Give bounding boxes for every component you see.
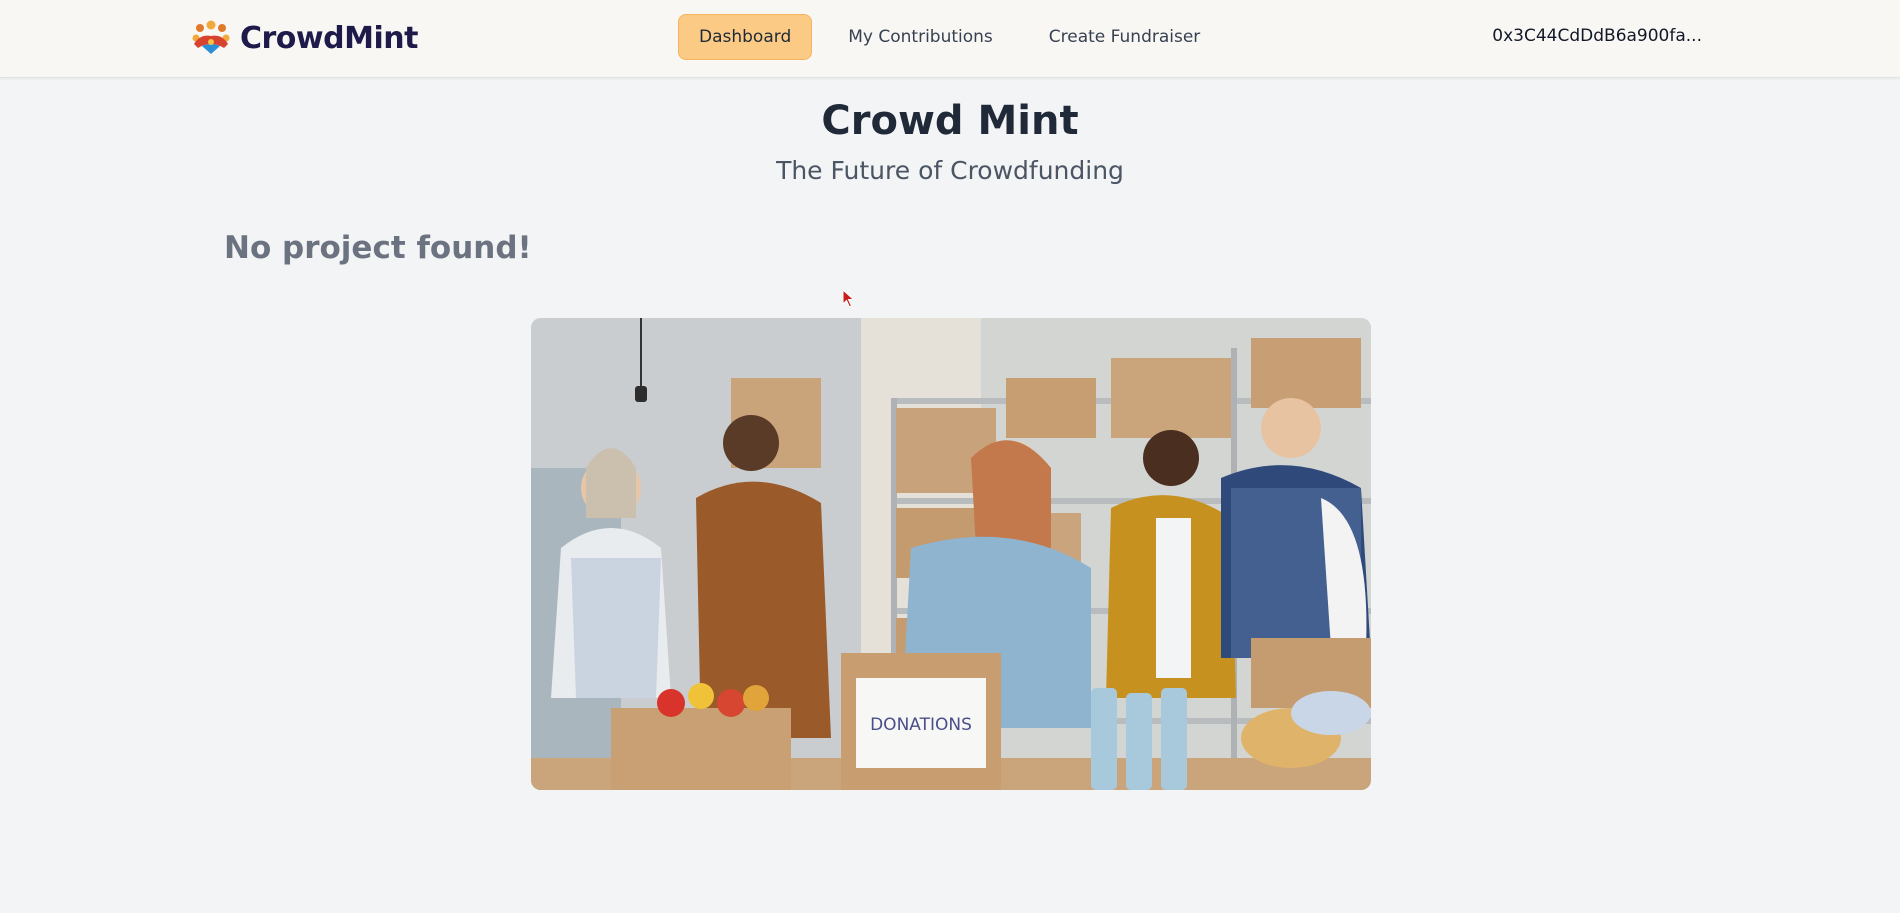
nav-my-contributions[interactable]: My Contributions [828, 15, 1013, 59]
brand[interactable]: CrowdMint [190, 18, 418, 58]
page-subtitle: The Future of Crowdfunding [776, 156, 1124, 185]
top-navbar: CrowdMint Dashboard My Contributions Cre… [0, 0, 1900, 78]
nav-dashboard[interactable]: Dashboard [678, 14, 813, 60]
volunteers-donation-photo: DONATIONS [531, 318, 1371, 790]
main-nav: Dashboard My Contributions Create Fundra… [678, 14, 1236, 60]
mouse-cursor-icon [842, 289, 855, 308]
donation-scene-illustration: DONATIONS [531, 318, 1371, 790]
page-title: Crowd Mint [821, 98, 1079, 144]
wallet-address[interactable]: 0x3C44CdDdB6a900fa... [1492, 26, 1702, 46]
brand-name: CrowdMint [240, 20, 418, 56]
nav-create-fundraiser[interactable]: Create Fundraiser [1029, 15, 1221, 59]
donations-box-label: DONATIONS [870, 715, 972, 735]
empty-state-message: No project found! [224, 230, 532, 266]
people-group-icon [192, 20, 230, 54]
